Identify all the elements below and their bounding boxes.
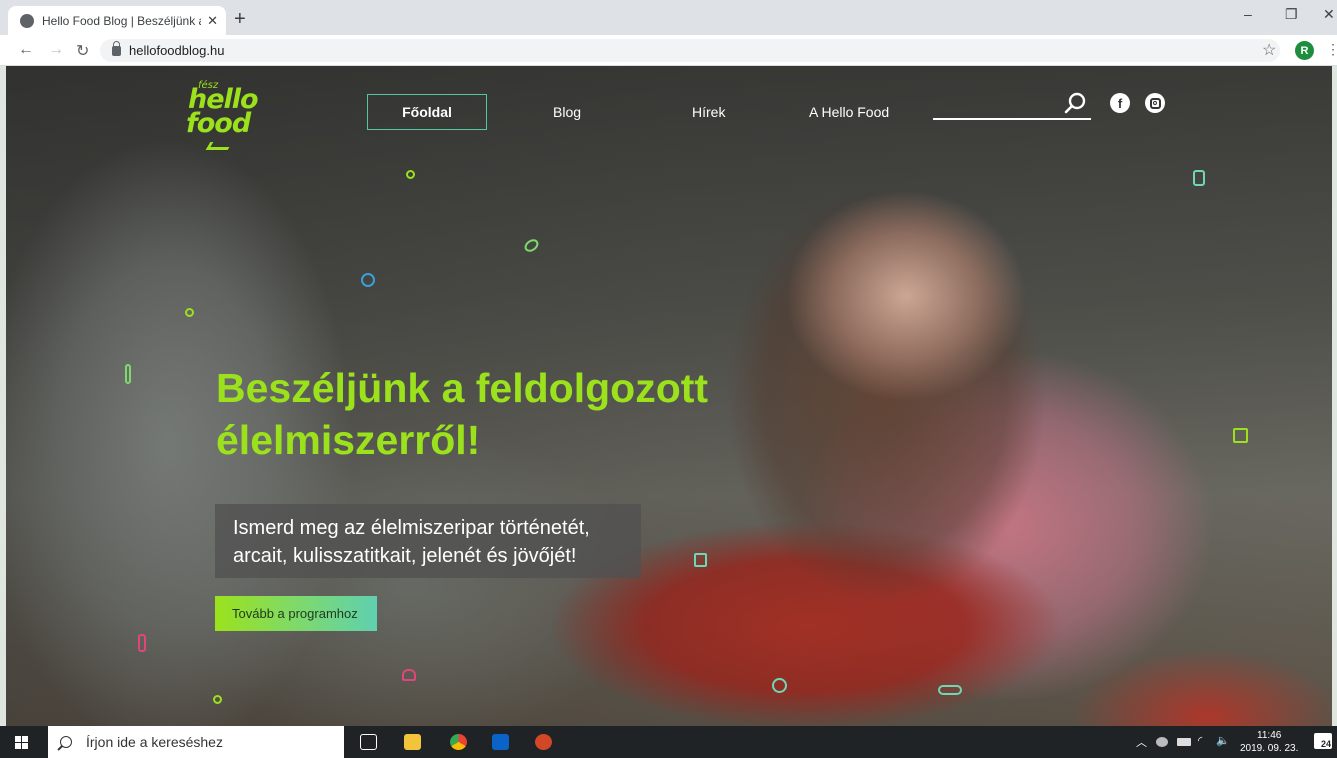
hero-section: fész hello food Főoldal Blog Hírek A Hel…: [6, 66, 1332, 726]
tab-close-icon[interactable]: ✕: [207, 13, 218, 29]
nav-news[interactable]: Hírek: [692, 94, 725, 130]
clock-time: 11:46: [1257, 730, 1282, 741]
decorative-circle-icon: [185, 308, 194, 317]
taskbar-search-field[interactable]: Írjon ide a kereséshez: [48, 726, 344, 758]
profile-avatar[interactable]: R: [1295, 41, 1314, 60]
hero-headline-line1: Beszéljünk a feldolgozott: [216, 365, 709, 411]
file-explorer-icon[interactable]: [404, 734, 421, 750]
back-arrow-icon[interactable]: ←: [18, 41, 34, 59]
hero-headline: Beszéljünk a feldolgozott élelmiszerről!: [216, 362, 776, 466]
search-icon[interactable]: [1064, 92, 1086, 114]
cookie-icon: [772, 678, 787, 693]
chrome-icon[interactable]: [450, 734, 467, 750]
taskbar-search-placeholder: Írjon ide a kereséshez: [86, 734, 223, 750]
tray-chevron-icon[interactable]: ︿: [1136, 734, 1147, 750]
powerpoint-icon[interactable]: [535, 734, 552, 750]
capsule-icon: [938, 685, 962, 695]
url-text: hellofoodblog.hu: [129, 43, 225, 58]
box-icon: [1233, 428, 1248, 443]
battery-icon[interactable]: [1177, 738, 1191, 746]
browser-tabbar: Hello Food Blog | Beszéljünk a fe ✕ + – …: [0, 0, 1337, 35]
reload-icon[interactable]: ↻: [76, 41, 89, 61]
nav-blog[interactable]: Blog: [553, 94, 581, 130]
window-close-icon[interactable]: ✕: [1323, 6, 1335, 23]
browser-tab[interactable]: Hello Food Blog | Beszéljünk a fe ✕: [8, 6, 226, 35]
cta-button[interactable]: Tovább a programhoz: [215, 596, 377, 631]
bread-icon: [522, 236, 541, 255]
restore-icon[interactable]: ❐: [1285, 6, 1298, 23]
hero-subtitle-box: Ismerd meg az élelmiszeripar történetét,…: [215, 504, 641, 578]
search-icon: [60, 736, 72, 748]
facebook-icon[interactable]: f: [1110, 93, 1130, 113]
nav-home[interactable]: Főoldal: [367, 94, 487, 130]
search-input[interactable]: [933, 118, 1091, 120]
jar-icon: [1193, 170, 1205, 186]
task-view-icon[interactable]: [360, 734, 377, 750]
hero-subtitle-line2: arcait, kulisszatitkait, jelenét és jövő…: [233, 545, 577, 567]
package-icon: [694, 553, 707, 567]
hero-subtitle-line1: Ismerd meg az élelmiszeripar történetét,: [233, 517, 590, 539]
bookmark-star-icon[interactable]: ☆: [1262, 40, 1276, 60]
globe-icon: [20, 13, 34, 28]
network-icon[interactable]: [1156, 737, 1168, 747]
decorative-circle-icon: [213, 695, 222, 704]
taskbar-clock[interactable]: 11:46 2019. 09. 23.: [1240, 729, 1298, 755]
logo-food: food: [186, 108, 251, 139]
hero-headline-line2: élelmiszerről!: [216, 417, 481, 463]
tab-title: Hello Food Blog | Beszéljünk a fe: [42, 13, 202, 28]
forward-arrow-icon[interactable]: →: [48, 41, 64, 59]
outlook-icon[interactable]: [492, 734, 509, 750]
windows-start-icon[interactable]: [15, 736, 28, 749]
decorative-circle-icon: [406, 170, 415, 179]
logo-speech-tail: [205, 142, 233, 150]
new-tab-button[interactable]: +: [234, 8, 246, 31]
bottle-icon: [125, 364, 131, 384]
clock-date: 2019. 09. 23.: [1240, 743, 1299, 754]
cake-icon: [402, 669, 416, 681]
menu-kebab-icon[interactable]: ⋮: [1326, 41, 1337, 58]
can-icon: [138, 634, 146, 652]
minimize-icon[interactable]: –: [1244, 6, 1252, 22]
instagram-icon[interactable]: [1145, 93, 1165, 113]
windows-taskbar: Írjon ide a kereséshez ︿ ◜ 🔈 11:46 2019.…: [0, 726, 1337, 758]
hello-food-logo[interactable]: fész hello food: [184, 76, 264, 154]
nav-about[interactable]: A Hello Food: [809, 94, 889, 130]
decorative-circle-icon: [361, 273, 375, 287]
url-bar[interactable]: hellofoodblog.hu: [100, 39, 1280, 62]
volume-icon[interactable]: 🔈: [1216, 734, 1230, 747]
notification-center-icon[interactable]: 24: [1314, 733, 1332, 749]
browser-toolbar: ← → ↻ hellofoodblog.hu ☆ R ⋮: [0, 35, 1337, 66]
wifi-icon[interactable]: ◜: [1198, 734, 1202, 747]
lock-icon: [112, 40, 121, 56]
